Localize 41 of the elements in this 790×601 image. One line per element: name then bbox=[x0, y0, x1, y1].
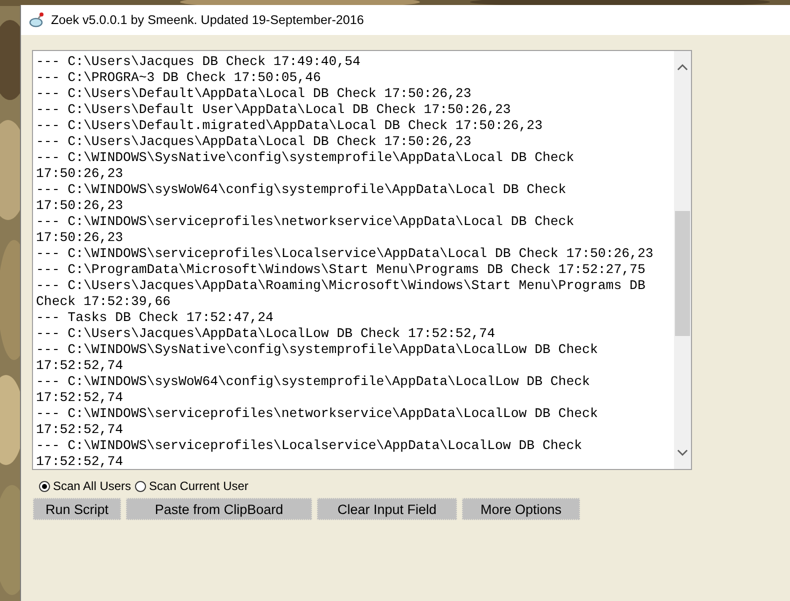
scroll-thumb[interactable] bbox=[675, 211, 690, 336]
radio-button[interactable] bbox=[39, 480, 50, 492]
log-line: --- C:\Users\Jacques\AppData\Roaming\Microsoft\Windows\Start Menu\Programs DB bbox=[36, 278, 646, 294]
window-title: Zoek v5.0.0.1 by Smeenk. Updated 19-September-2016 bbox=[51, 13, 364, 27]
radio-label[interactable]: Scan Current User bbox=[149, 479, 248, 493]
log-line: 17:50:26,23 bbox=[36, 230, 124, 246]
action-button[interactable]: More Options bbox=[462, 498, 580, 520]
log-line: --- C:\WINDOWS\serviceprofiles\Localservice\AppData\Local DB Check 17:50:26,23 bbox=[36, 246, 654, 262]
log-line: --- C:\PROGRA~3 DB Check 17:50:05,46 bbox=[36, 70, 322, 86]
log-line: --- C:\WINDOWS\sysWoW64\config\systemprofile\AppData\LocalLow DB Check bbox=[36, 374, 591, 390]
magnifier-icon bbox=[29, 12, 45, 28]
log-line: --- C:\Users\Jacques DB Check 17:49:40,54 bbox=[36, 54, 362, 70]
log-line: --- C:\WINDOWS\SysNative\config\systemprofile\AppData\Local DB Check bbox=[36, 150, 576, 166]
action-button[interactable]: Clear Input Field bbox=[317, 498, 457, 520]
log-line: --- Tasks DB Check 17:52:47,24 bbox=[36, 310, 274, 326]
log-line: --- C:\ProgramData\Microsoft\Windows\Start Menu\Programs DB Check 17:52:27,75 bbox=[36, 262, 646, 278]
log-line: --- C:\Users\Jacques\AppData\LocalLow DB Check 17:52:52,74 bbox=[36, 326, 496, 342]
log-line: Check 17:52:39,66 bbox=[36, 294, 172, 310]
log-text-area[interactable] bbox=[32, 50, 692, 470]
log-line: --- C:\WINDOWS\serviceprofiles\Localservice\AppData\LocalLow DB Check bbox=[36, 438, 584, 454]
log-line: --- C:\WINDOWS\SysNative\config\systemprofile\AppData\LocalLow DB Check bbox=[36, 342, 599, 358]
action-button[interactable]: Paste from ClipBoard bbox=[126, 498, 312, 520]
radio-button[interactable] bbox=[135, 480, 146, 492]
radio-label[interactable]: Scan All Users bbox=[53, 479, 132, 493]
log-line: 17:52:52,74 bbox=[36, 358, 124, 374]
log-line: 17:52:52,74 bbox=[36, 454, 124, 469]
log-line: --- C:\Users\Default.migrated\AppData\Local DB Check 17:50:26,23 bbox=[36, 118, 544, 134]
log-line: 17:50:26,23 bbox=[36, 166, 124, 182]
scroll-up-icon[interactable] bbox=[677, 63, 688, 71]
scrollbar[interactable] bbox=[674, 51, 691, 469]
log-line: 17:52:52,74 bbox=[36, 390, 124, 406]
log-line: 17:52:52,74 bbox=[36, 422, 124, 438]
action-button[interactable]: Run Script bbox=[33, 498, 121, 520]
log-line: --- C:\WINDOWS\serviceprofiles\networkservice\AppData\LocalLow DB Check bbox=[36, 406, 599, 422]
log-line: --- C:\Users\Default User\AppData\Local DB Check 17:50:26,23 bbox=[36, 102, 512, 118]
log-line: 17:50:26,23 bbox=[36, 198, 124, 214]
scroll-down-icon[interactable] bbox=[677, 449, 688, 457]
log-line: --- C:\Users\Jacques\AppData\Local DB Check 17:50:26,23 bbox=[36, 134, 472, 150]
log-line: --- C:\WINDOWS\sysWoW64\config\systemprofile\AppData\Local DB Check bbox=[36, 182, 568, 198]
log-line: --- C:\WINDOWS\serviceprofiles\networkservice\AppData\Local DB Check bbox=[36, 214, 576, 230]
log-line: --- C:\Users\Default\AppData\Local DB Check 17:50:26,23 bbox=[36, 86, 472, 102]
